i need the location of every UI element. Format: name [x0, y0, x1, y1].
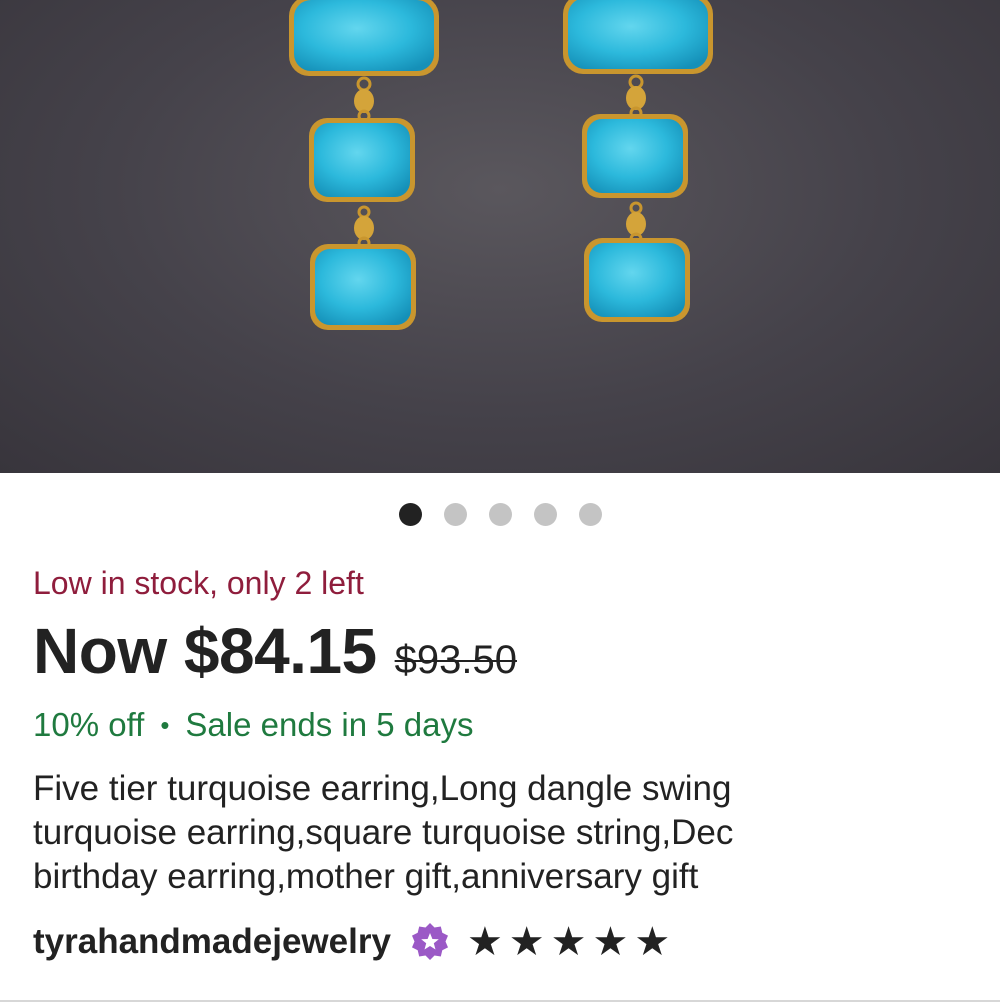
sale-info: 10% off • Sale ends in 5 days — [33, 706, 473, 744]
discount-label: 10% off — [33, 706, 145, 743]
pagination-dot[interactable] — [443, 503, 467, 526]
pagination-dot[interactable] — [398, 503, 422, 526]
left-earring — [289, 0, 439, 330]
sale-ends-label: Sale ends in 5 days — [185, 706, 474, 743]
image-pagination — [0, 503, 1000, 526]
shop-name-link[interactable]: tyrahandmadejewelry — [33, 922, 391, 962]
star-icon: ★ — [508, 920, 545, 964]
earrings-illustration — [289, 0, 713, 330]
star-icon: ★ — [634, 920, 671, 964]
rating-stars[interactable]: ★ ★ ★ ★ ★ — [467, 922, 670, 962]
title-line: birthday earring,mother gift,anniversary… — [33, 857, 699, 896]
pagination-dot[interactable] — [578, 503, 602, 526]
shop-info: tyrahandmadejewelry ★ ★ ★ ★ ★ — [33, 921, 670, 963]
separator-dot: • — [160, 709, 170, 740]
listing-title: Five tier turquoise earring,Long dangle … — [33, 767, 933, 899]
original-price: $93.50 — [394, 638, 517, 682]
listing-page: Low in stock, only 2 left Now $84.15 $93… — [0, 0, 1000, 1005]
product-image[interactable] — [0, 0, 1000, 473]
star-icon: ★ — [550, 920, 587, 964]
star-icon: ★ — [592, 920, 629, 964]
star-seller-badge-icon — [411, 923, 448, 960]
pagination-dot[interactable] — [488, 503, 512, 526]
star-icon: ★ — [466, 920, 503, 964]
price-row: Now $84.15 $93.50 — [33, 614, 517, 688]
right-earring — [563, 0, 713, 322]
current-price: Now $84.15 — [33, 615, 377, 687]
pagination-dot[interactable] — [533, 503, 557, 526]
title-line: Five tier turquoise earring,Long dangle … — [33, 769, 732, 808]
divider — [0, 1000, 1000, 1002]
stock-notice: Low in stock, only 2 left — [33, 565, 364, 601]
title-line: turquoise earring,square turquoise strin… — [33, 813, 734, 852]
